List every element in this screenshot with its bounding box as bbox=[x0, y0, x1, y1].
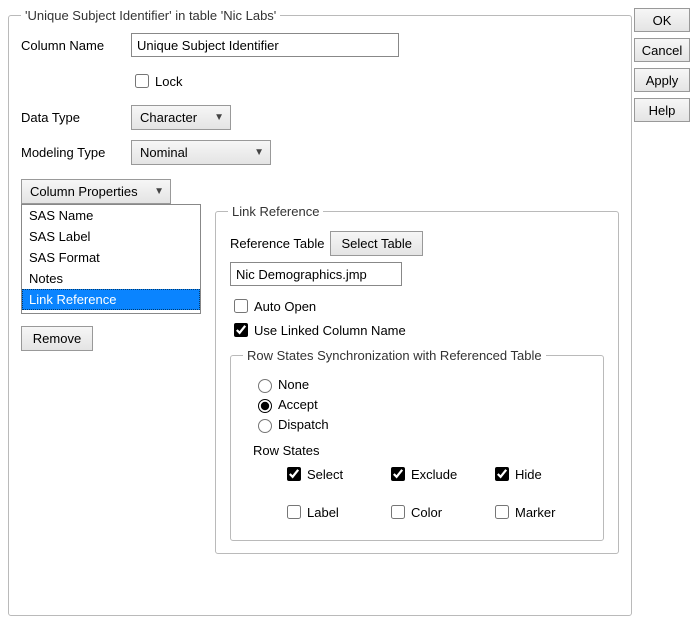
modeling-type-select[interactable]: Nominal ▼ bbox=[131, 140, 271, 165]
column-name-label: Column Name bbox=[21, 38, 131, 53]
sync-dispatch-radio[interactable] bbox=[258, 419, 272, 433]
list-item[interactable]: SAS Label bbox=[22, 226, 200, 247]
state-label-checkbox[interactable] bbox=[287, 505, 301, 519]
chevron-down-icon: ▼ bbox=[154, 186, 164, 197]
list-item[interactable]: SAS Name bbox=[22, 205, 200, 226]
link-reference-fieldset: Link Reference Reference Table Select Ta… bbox=[215, 204, 619, 554]
use-linked-column-name-checkbox[interactable] bbox=[234, 323, 248, 337]
help-button[interactable]: Help bbox=[634, 98, 690, 122]
data-type-label: Data Type bbox=[21, 110, 131, 125]
list-item[interactable]: Notes bbox=[22, 268, 200, 289]
reference-table-label: Reference Table bbox=[230, 236, 324, 251]
modeling-type-label: Modeling Type bbox=[21, 145, 131, 160]
state-select-checkbox[interactable] bbox=[287, 467, 301, 481]
sync-none-radio[interactable] bbox=[258, 379, 272, 393]
auto-open-label: Auto Open bbox=[254, 299, 316, 314]
use-linked-column-name-label: Use Linked Column Name bbox=[254, 323, 406, 338]
sync-accept-radio[interactable] bbox=[258, 399, 272, 413]
auto-open-checkbox[interactable] bbox=[234, 299, 248, 313]
lock-checkbox-row[interactable]: Lock bbox=[131, 71, 182, 91]
state-marker-checkbox[interactable] bbox=[495, 505, 509, 519]
state-marker-row[interactable]: Marker bbox=[491, 502, 591, 522]
apply-button[interactable]: Apply bbox=[634, 68, 690, 92]
use-linked-column-name-row[interactable]: Use Linked Column Name bbox=[230, 320, 604, 340]
row-states-sync-legend: Row States Synchronization with Referenc… bbox=[243, 348, 546, 363]
row-states-label: Row States bbox=[253, 443, 591, 458]
row-states-sync-fieldset: Row States Synchronization with Referenc… bbox=[230, 348, 604, 541]
state-label-row[interactable]: Label bbox=[283, 502, 383, 522]
state-select-row[interactable]: Select bbox=[283, 464, 383, 484]
sync-dispatch-row[interactable]: Dispatch bbox=[253, 416, 591, 433]
state-hide-row[interactable]: Hide bbox=[491, 464, 591, 484]
remove-button[interactable]: Remove bbox=[21, 326, 93, 351]
chevron-down-icon: ▼ bbox=[214, 112, 224, 123]
state-exclude-checkbox[interactable] bbox=[391, 467, 405, 481]
lock-checkbox[interactable] bbox=[135, 74, 149, 88]
ok-button[interactable]: OK bbox=[634, 8, 690, 32]
state-hide-checkbox[interactable] bbox=[495, 467, 509, 481]
column-info-fieldset: 'Unique Subject Identifier' in table 'Ni… bbox=[8, 8, 632, 616]
sync-none-row[interactable]: None bbox=[253, 376, 591, 393]
data-type-select[interactable]: Character ▼ bbox=[131, 105, 231, 130]
link-reference-legend: Link Reference bbox=[228, 204, 323, 219]
state-exclude-row[interactable]: Exclude bbox=[387, 464, 487, 484]
sync-accept-row[interactable]: Accept bbox=[253, 396, 591, 413]
select-table-button[interactable]: Select Table bbox=[330, 231, 423, 256]
list-item[interactable]: Link Reference bbox=[22, 289, 200, 310]
cancel-button[interactable]: Cancel bbox=[634, 38, 690, 62]
property-listbox[interactable]: SAS Name SAS Label SAS Format Notes Link… bbox=[21, 204, 201, 314]
list-item[interactable]: SAS Format bbox=[22, 247, 200, 268]
chevron-down-icon: ▼ bbox=[254, 147, 264, 158]
reference-table-input[interactable] bbox=[230, 262, 402, 286]
lock-label: Lock bbox=[155, 74, 182, 89]
column-name-input[interactable] bbox=[131, 33, 399, 57]
state-color-checkbox[interactable] bbox=[391, 505, 405, 519]
column-properties-dropdown[interactable]: Column Properties ▼ bbox=[21, 179, 171, 204]
state-color-row[interactable]: Color bbox=[387, 502, 487, 522]
auto-open-row[interactable]: Auto Open bbox=[230, 296, 604, 316]
fieldset-legend: 'Unique Subject Identifier' in table 'Ni… bbox=[21, 8, 280, 23]
